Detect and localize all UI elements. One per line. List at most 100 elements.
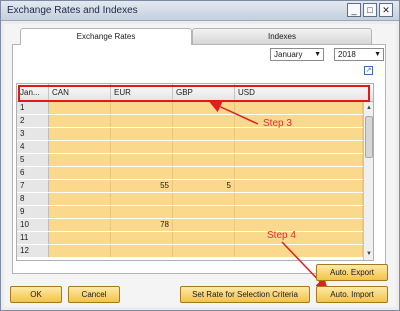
title-bar[interactable]: Exchange Rates and Indexes _ □ ✕ bbox=[1, 1, 399, 21]
scroll-up-icon[interactable]: ▲ bbox=[364, 103, 373, 113]
table-row[interactable]: 9 bbox=[17, 206, 363, 218]
gbp-rate-cell[interactable] bbox=[173, 102, 235, 114]
tab-indexes[interactable]: Indexes bbox=[192, 28, 372, 44]
table-row[interactable]: 10 78 bbox=[17, 219, 363, 231]
gbp-rate-cell[interactable] bbox=[173, 219, 235, 231]
minimize-button[interactable]: _ bbox=[347, 3, 361, 17]
can-rate-cell[interactable] bbox=[49, 102, 111, 114]
column-header-date[interactable]: Jan... bbox=[17, 84, 49, 102]
set-rate-button[interactable]: Set Rate for Selection Criteria bbox=[180, 286, 310, 303]
eur-rate-cell[interactable] bbox=[111, 102, 173, 114]
eur-rate-cell[interactable] bbox=[111, 154, 173, 166]
month-select-value: January bbox=[274, 50, 303, 59]
maximize-button[interactable]: □ bbox=[363, 3, 377, 17]
scroll-thumb[interactable] bbox=[365, 116, 373, 158]
gbp-rate-cell[interactable] bbox=[173, 193, 235, 205]
row-number-cell: 7 bbox=[17, 180, 49, 192]
column-header-usd[interactable]: USD bbox=[235, 84, 373, 102]
table-row[interactable]: 11 bbox=[17, 232, 363, 244]
table-row[interactable]: 7 55 5 bbox=[17, 180, 363, 192]
usd-rate-cell[interactable] bbox=[235, 219, 363, 231]
row-number-cell: 2 bbox=[17, 115, 49, 127]
year-select-value: 2018 bbox=[338, 50, 356, 59]
gbp-rate-cell[interactable] bbox=[173, 128, 235, 140]
can-rate-cell[interactable] bbox=[49, 206, 111, 218]
eur-rate-cell[interactable] bbox=[111, 232, 173, 244]
usd-rate-cell[interactable] bbox=[235, 115, 363, 127]
table-row[interactable]: 2 bbox=[17, 115, 363, 127]
row-number-cell: 3 bbox=[17, 128, 49, 140]
usd-rate-cell[interactable] bbox=[235, 193, 363, 205]
tab-exchange-rates[interactable]: Exchange Rates bbox=[20, 28, 192, 45]
can-rate-cell[interactable] bbox=[49, 180, 111, 192]
gbp-rate-cell[interactable] bbox=[173, 167, 235, 179]
can-rate-cell[interactable] bbox=[49, 232, 111, 244]
eur-rate-cell[interactable]: 55 bbox=[111, 180, 173, 192]
cancel-button[interactable]: Cancel bbox=[68, 286, 120, 303]
gbp-rate-cell[interactable] bbox=[173, 115, 235, 127]
usd-rate-cell[interactable] bbox=[235, 167, 363, 179]
can-rate-cell[interactable] bbox=[49, 167, 111, 179]
table-header: Jan... CAN EUR GBP USD bbox=[17, 84, 373, 102]
usd-rate-cell[interactable] bbox=[235, 232, 363, 244]
month-select[interactable]: January ▼ bbox=[270, 48, 324, 61]
can-rate-cell[interactable] bbox=[49, 193, 111, 205]
column-header-gbp[interactable]: GBP bbox=[173, 84, 235, 102]
usd-rate-cell[interactable] bbox=[235, 206, 363, 218]
gbp-rate-cell[interactable]: 5 bbox=[173, 180, 235, 192]
usd-rate-cell[interactable] bbox=[235, 128, 363, 140]
eur-rate-cell[interactable] bbox=[111, 193, 173, 205]
eur-rate-cell[interactable] bbox=[111, 167, 173, 179]
table-row[interactable]: 8 bbox=[17, 193, 363, 205]
year-select[interactable]: 2018 ▼ bbox=[334, 48, 384, 61]
scroll-down-icon[interactable]: ▼ bbox=[364, 249, 373, 259]
gbp-rate-cell[interactable] bbox=[173, 245, 235, 257]
table-row[interactable]: 6 bbox=[17, 167, 363, 179]
auto-import-button[interactable]: Auto. Import bbox=[316, 286, 388, 303]
table-row[interactable]: 1 bbox=[17, 102, 363, 114]
auto-export-button[interactable]: Auto. Export bbox=[316, 264, 388, 281]
gbp-rate-cell[interactable] bbox=[173, 141, 235, 153]
eur-rate-cell[interactable] bbox=[111, 206, 173, 218]
table-row[interactable]: 4 bbox=[17, 141, 363, 153]
row-number-cell: 10 bbox=[17, 219, 49, 231]
usd-rate-cell[interactable] bbox=[235, 141, 363, 153]
row-number-cell: 8 bbox=[17, 193, 49, 205]
step4-label: Step 4 bbox=[267, 230, 296, 241]
dialog-body: Exchange Rates Indexes January ▼ 2018 ▼ … bbox=[4, 24, 396, 307]
expand-icon[interactable]: ↗ bbox=[364, 66, 373, 75]
column-header-eur[interactable]: EUR bbox=[111, 84, 173, 102]
close-button[interactable]: ✕ bbox=[379, 3, 393, 17]
can-rate-cell[interactable] bbox=[49, 219, 111, 231]
eur-rate-cell[interactable] bbox=[111, 245, 173, 257]
table-row[interactable]: 5 bbox=[17, 154, 363, 166]
usd-rate-cell[interactable] bbox=[235, 102, 363, 114]
ok-button[interactable]: OK bbox=[10, 286, 62, 303]
can-rate-cell[interactable] bbox=[49, 245, 111, 257]
exchange-rates-table: Jan... CAN EUR GBP USD 1 2 3 4 5 6 7 55 5 8 9 10 78 1… bbox=[16, 83, 374, 261]
gbp-rate-cell[interactable] bbox=[173, 154, 235, 166]
table-row[interactable]: 3 bbox=[17, 128, 363, 140]
can-rate-cell[interactable] bbox=[49, 154, 111, 166]
can-rate-cell[interactable] bbox=[49, 128, 111, 140]
eur-rate-cell[interactable]: 78 bbox=[111, 219, 173, 231]
vertical-scrollbar[interactable]: ▲ ▼ bbox=[363, 102, 373, 260]
usd-rate-cell[interactable] bbox=[235, 180, 363, 192]
can-rate-cell[interactable] bbox=[49, 141, 111, 153]
eur-rate-cell[interactable] bbox=[111, 141, 173, 153]
column-header-can[interactable]: CAN bbox=[49, 84, 111, 102]
chevron-down-icon: ▼ bbox=[314, 51, 321, 58]
row-number-cell: 9 bbox=[17, 206, 49, 218]
usd-rate-cell[interactable] bbox=[235, 154, 363, 166]
usd-rate-cell[interactable] bbox=[235, 245, 363, 257]
gbp-rate-cell[interactable] bbox=[173, 232, 235, 244]
eur-rate-cell[interactable] bbox=[111, 115, 173, 127]
row-number-cell: 6 bbox=[17, 167, 49, 179]
eur-rate-cell[interactable] bbox=[111, 128, 173, 140]
step3-label: Step 3 bbox=[263, 118, 292, 129]
can-rate-cell[interactable] bbox=[49, 115, 111, 127]
row-number-cell: 11 bbox=[17, 232, 49, 244]
table-row[interactable]: 12 bbox=[17, 245, 363, 257]
row-number-cell: 5 bbox=[17, 154, 49, 166]
gbp-rate-cell[interactable] bbox=[173, 206, 235, 218]
